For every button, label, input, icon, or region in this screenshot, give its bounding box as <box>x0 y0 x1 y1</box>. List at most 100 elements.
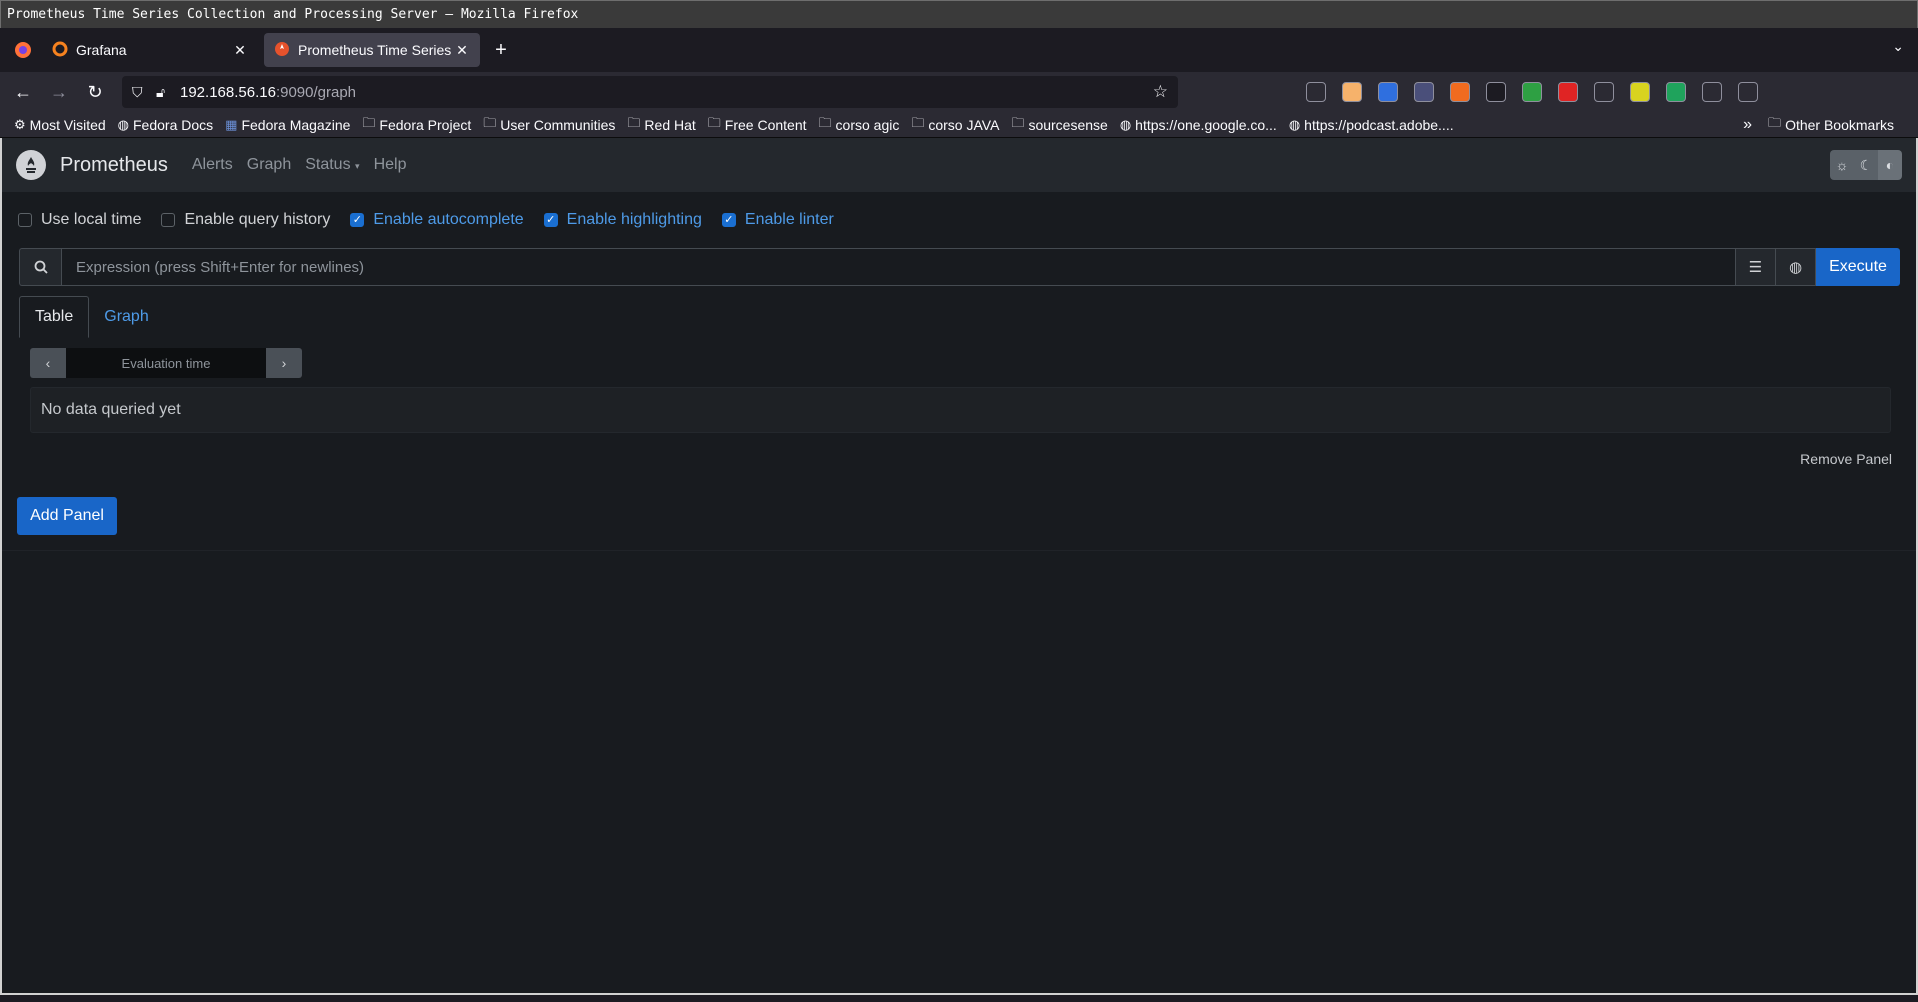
tab-prometheus[interactable]: Prometheus Time Series C ✕ <box>264 33 480 67</box>
format-expression-icon[interactable]: ☰ <box>1736 248 1776 286</box>
folder-icon: 🗀 <box>362 114 376 130</box>
extension-icon[interactable] <box>1522 82 1542 102</box>
reload-icon[interactable]: ↻ <box>80 77 110 107</box>
option-linter[interactable]: ✓ Enable linter <box>721 211 834 229</box>
nav-alerts[interactable]: Alerts <box>192 156 233 174</box>
extension-icon[interactable] <box>1702 82 1722 102</box>
bookmark-item[interactable]: 🗀 sourcesense <box>1011 114 1107 136</box>
lock-icon[interactable]: 🔓︎ <box>156 84 176 101</box>
theme-toggle: ☼ ☾ ◐ <box>1830 150 1902 180</box>
linter-checkbox[interactable]: ✓ <box>721 213 736 227</box>
tab-grafana[interactable]: Grafana ✕ <box>42 33 258 67</box>
folder-icon: 🗀 <box>627 114 641 130</box>
gear-icon: ⚙ <box>14 116 26 132</box>
url-bar[interactable]: ⛉ 🔓︎ 192.168.56.16:9090/graph ☆ <box>122 76 1178 108</box>
extension-icon[interactable] <box>1630 82 1650 102</box>
extension-icon[interactable] <box>1558 82 1578 102</box>
bookmark-label: sourcesense <box>1028 116 1108 133</box>
bookmark-item[interactable]: 🗀 corso JAVA <box>911 114 999 136</box>
tab-title: Grafana <box>76 42 127 58</box>
add-panel-button[interactable]: Add Panel <box>17 497 117 535</box>
folder-icon: 🗀 <box>1768 115 1782 130</box>
globe-icon: ◍ <box>1288 116 1301 132</box>
expression-input[interactable] <box>61 248 1736 286</box>
contrast-icon[interactable]: ◐ <box>1878 150 1902 180</box>
autocomplete-checkbox[interactable]: ✓ <box>350 213 365 227</box>
url-text[interactable]: 192.168.56.16:9090/graph <box>180 84 1153 101</box>
bookmark-item[interactable]: ◍ https://one.google.co... <box>1120 117 1277 133</box>
sun-icon[interactable]: ☼ <box>1830 150 1854 180</box>
firefox-icon[interactable] <box>10 33 36 67</box>
bookmark-item[interactable]: 🗀 Red Hat <box>627 114 695 136</box>
extension-icon[interactable] <box>1414 82 1434 102</box>
extension-icon[interactable] <box>1378 82 1398 102</box>
folder-icon: 🗀 <box>483 114 497 130</box>
chevron-down-icon[interactable]: ⌄ <box>1892 38 1904 55</box>
extension-icons <box>1306 82 1774 102</box>
chevron-right-icon[interactable]: › <box>266 348 302 378</box>
bookmark-item[interactable]: 🗀 Free Content <box>708 114 807 136</box>
folder-icon: 🗀 <box>1011 114 1025 130</box>
extension-icon[interactable] <box>1342 82 1362 102</box>
star-icon[interactable]: ☆ <box>1153 82 1168 102</box>
tab-strip: Grafana ✕ Prometheus Time Series C ✕ + ⌄ <box>0 28 1918 72</box>
bookmark-label: User Communities <box>500 116 616 133</box>
option-highlighting[interactable]: ✓ Enable highlighting <box>543 211 702 229</box>
option-query-history[interactable]: Enable query history <box>161 211 330 229</box>
brand-title[interactable]: Prometheus <box>60 154 168 177</box>
tab-graph[interactable]: Graph <box>89 296 163 338</box>
bookmark-item[interactable]: 🗀 Fedora Project <box>362 114 471 136</box>
extension-icon[interactable] <box>1738 82 1758 102</box>
evaluation-time-input[interactable] <box>66 348 266 378</box>
chevron-double-right-icon[interactable]: » <box>1743 116 1752 134</box>
folder-icon: 🗀 <box>707 114 721 130</box>
bookmark-item[interactable]: ◍ Fedora Docs <box>118 117 214 133</box>
new-tab-icon[interactable]: + <box>486 35 516 65</box>
bookmark-label: Fedora Magazine <box>241 116 351 133</box>
bookmark-item[interactable]: ◍ https://podcast.adobe.... <box>1289 117 1454 133</box>
fm-icon: ▦ <box>225 116 238 132</box>
nav-graph[interactable]: Graph <box>247 156 291 174</box>
bookmark-label: Most Visited <box>29 116 106 133</box>
highlighting-checkbox[interactable]: ✓ <box>543 213 558 227</box>
local-time-checkbox[interactable] <box>18 213 32 227</box>
metrics-explorer-icon[interactable]: ◍ <box>1776 248 1816 286</box>
bookmark-label: https://podcast.adobe.... <box>1304 116 1454 133</box>
extension-icon[interactable] <box>1450 82 1470 102</box>
prometheus-logo-icon[interactable] <box>16 150 46 180</box>
extension-icon[interactable] <box>1666 82 1686 102</box>
close-icon[interactable]: ✕ <box>232 42 248 59</box>
extension-icon[interactable] <box>1486 82 1506 102</box>
no-data-alert: No data queried yet <box>30 387 1891 433</box>
bookmark-label: Free Content <box>724 116 807 133</box>
query-history-checkbox[interactable] <box>161 213 176 227</box>
close-icon[interactable]: ✕ <box>454 42 470 59</box>
nav-help[interactable]: Help <box>374 156 407 174</box>
option-local-time[interactable]: Use local time <box>18 211 141 229</box>
bookmark-item[interactable]: 🗀 corso agic <box>819 114 900 136</box>
bookmark-item[interactable]: 🗀 User Communities <box>483 114 615 136</box>
chevron-left-icon[interactable]: ‹ <box>30 348 66 378</box>
bookmark-item[interactable]: ⚙ Most Visited <box>14 117 106 133</box>
bookmark-label: corso agic <box>835 116 900 133</box>
execute-button[interactable]: Execute <box>1816 248 1900 286</box>
other-bookmarks[interactable]: 🗀 Other Bookmarks <box>1768 114 1894 136</box>
moon-icon[interactable]: ☾ <box>1854 150 1878 180</box>
option-autocomplete[interactable]: ✓ Enable autocomplete <box>350 211 524 229</box>
extension-icon[interactable] <box>1594 82 1614 102</box>
back-icon[interactable]: ← <box>8 77 38 107</box>
nav-status[interactable]: Status ▾ <box>305 156 359 174</box>
remove-panel-link[interactable]: Remove Panel <box>1800 451 1892 471</box>
forward-icon[interactable]: → <box>44 77 74 107</box>
bookmark-label: Fedora Project <box>379 116 472 133</box>
tab-table[interactable]: Table <box>19 296 90 338</box>
search-icon <box>19 248 61 286</box>
bookmark-item[interactable]: ▦ Fedora Magazine <box>225 117 350 133</box>
prometheus-favicon-icon <box>274 41 290 60</box>
globe-icon: ◍ <box>117 116 129 132</box>
bookmark-label: https://one.google.co... <box>1135 116 1277 133</box>
shield-icon[interactable]: ⛉ <box>132 84 152 101</box>
extension-icon[interactable] <box>1306 82 1326 102</box>
bookmarks-bar: ⚙ Most Visited ◍ Fedora Docs ▦ Fedora Magazin… <box>0 112 1918 138</box>
expression-row: ☰ ◍ Execute <box>19 248 1900 286</box>
